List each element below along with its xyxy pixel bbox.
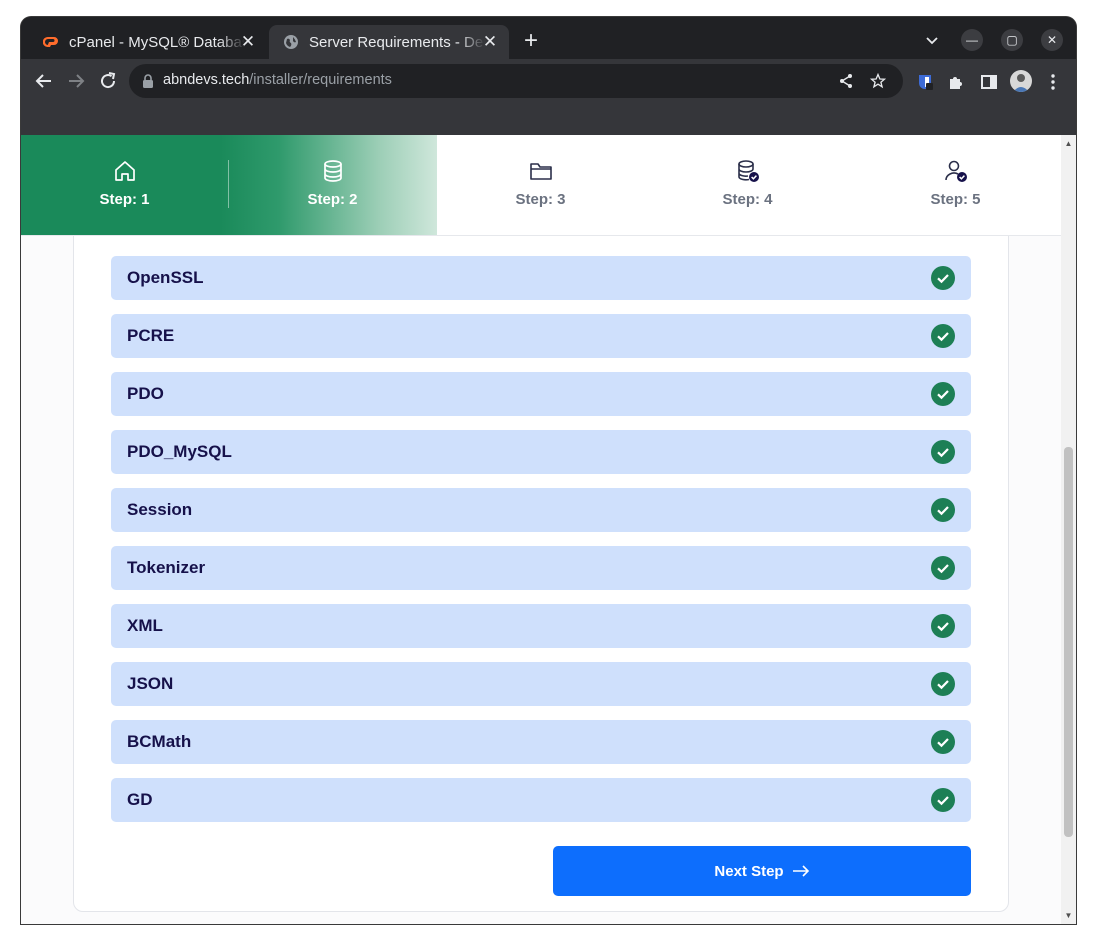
requirement-item: Session bbox=[111, 488, 971, 532]
requirement-item: JSON bbox=[111, 662, 971, 706]
check-circle-icon bbox=[931, 324, 955, 348]
address-bar[interactable]: abndevs.tech/installer/requirements bbox=[129, 64, 903, 98]
requirement-name: OpenSSL bbox=[127, 268, 204, 287]
check-circle-icon bbox=[931, 788, 955, 812]
requirement-name: PCRE bbox=[127, 326, 175, 345]
step-5[interactable]: Step: 5 bbox=[852, 135, 1059, 235]
requirement-name: XML bbox=[127, 616, 163, 635]
close-window-button[interactable]: ✕ bbox=[1041, 29, 1063, 51]
check-circle-icon bbox=[931, 556, 955, 580]
maximize-button[interactable]: ▢ bbox=[1001, 29, 1023, 51]
requirement-item: PCRE bbox=[111, 314, 971, 358]
chevron-down-icon[interactable] bbox=[923, 31, 941, 49]
browser-window: cPanel - MySQL® Databases ✕ Server Requi… bbox=[21, 17, 1076, 924]
tab-server-requirements[interactable]: Server Requirements - Demo ✕ bbox=[269, 25, 509, 59]
step-label: Step: 5 bbox=[930, 191, 981, 208]
step-label: Step: 3 bbox=[515, 191, 566, 208]
tab-title: Server Requirements - Demo bbox=[309, 33, 485, 51]
database-icon bbox=[323, 160, 342, 182]
requirement-item: BCMath bbox=[111, 720, 971, 764]
page-content: Step: 1 Step: 2 Step: 3 Step: 4 Step: 5 … bbox=[21, 135, 1061, 924]
database-check-icon bbox=[737, 160, 759, 182]
requirement-name: PDO bbox=[127, 384, 164, 403]
requirement-name: Tokenizer bbox=[127, 558, 206, 577]
close-icon[interactable]: ✕ bbox=[239, 33, 257, 51]
bookmark-bar bbox=[21, 103, 1076, 135]
scroll-down-arrow[interactable]: ▼ bbox=[1064, 911, 1073, 920]
forward-icon[interactable] bbox=[64, 69, 88, 93]
bitwarden-icon[interactable] bbox=[916, 73, 934, 91]
requirement-item: GD bbox=[111, 778, 971, 822]
menu-kebab-icon[interactable] bbox=[1044, 73, 1062, 91]
extensions-icon[interactable] bbox=[947, 73, 965, 91]
step-1[interactable]: Step: 1 bbox=[21, 135, 228, 235]
url-text[interactable]: abndevs.tech/installer/requirements bbox=[163, 72, 392, 88]
check-circle-icon bbox=[931, 382, 955, 406]
cpanel-logo-icon bbox=[43, 34, 59, 50]
requirement-name: Session bbox=[127, 500, 193, 519]
requirement-item: OpenSSL bbox=[111, 256, 971, 300]
page-scrollbar[interactable]: ▲ ▼ bbox=[1061, 135, 1076, 924]
check-circle-icon bbox=[931, 440, 955, 464]
share-icon[interactable] bbox=[838, 73, 854, 89]
step-3[interactable]: Step: 3 bbox=[437, 135, 644, 235]
requirement-item: Tokenizer bbox=[111, 546, 971, 590]
reload-icon[interactable] bbox=[96, 69, 120, 93]
check-circle-icon bbox=[931, 498, 955, 522]
requirement-name: BCMath bbox=[127, 732, 192, 751]
requirement-item: PDO_MySQL bbox=[111, 430, 971, 474]
back-icon[interactable] bbox=[32, 69, 56, 93]
folder-icon bbox=[529, 163, 552, 180]
minimize-button[interactable]: — bbox=[961, 29, 983, 51]
new-tab-button[interactable]: + bbox=[519, 29, 543, 53]
installer-steps: Step: 1 Step: 2 Step: 3 Step: 4 Step: 5 bbox=[21, 135, 1061, 236]
step-label: Step: 4 bbox=[722, 191, 773, 208]
step-4[interactable]: Step: 4 bbox=[644, 135, 851, 235]
next-step-label: Next Step bbox=[714, 862, 784, 880]
avatar-icon bbox=[1013, 74, 1029, 92]
user-check-icon bbox=[944, 160, 967, 182]
url-host: abndevs.tech bbox=[163, 72, 250, 88]
scroll-up-arrow[interactable]: ▲ bbox=[1064, 139, 1073, 148]
step-label: Step: 2 bbox=[307, 191, 358, 208]
scroll-thumb[interactable] bbox=[1064, 447, 1073, 837]
requirement-item: PDO bbox=[111, 372, 971, 416]
close-icon[interactable]: ✕ bbox=[481, 33, 499, 51]
requirements-list: OpenSSL PCRE PDO PDO_MySQL Session Token… bbox=[111, 256, 971, 836]
globe-icon bbox=[283, 34, 299, 50]
next-step-button[interactable]: Next Step bbox=[553, 846, 971, 896]
requirement-name: JSON bbox=[127, 674, 174, 693]
step-label: Step: 1 bbox=[99, 191, 150, 208]
side-panel-icon[interactable] bbox=[980, 73, 998, 91]
tab-strip: cPanel - MySQL® Databases ✕ Server Requi… bbox=[21, 17, 1076, 59]
requirement-name: PDO_MySQL bbox=[127, 442, 232, 461]
url-path: /installer/requirements bbox=[249, 72, 392, 88]
check-circle-icon bbox=[931, 672, 955, 696]
check-circle-icon bbox=[931, 730, 955, 754]
arrow-right-icon bbox=[792, 865, 809, 877]
star-icon[interactable] bbox=[870, 73, 886, 89]
tab-cpanel[interactable]: cPanel - MySQL® Databases ✕ bbox=[29, 25, 267, 59]
lock-icon[interactable] bbox=[141, 74, 155, 88]
tab-title: cPanel - MySQL® Databases bbox=[69, 33, 245, 51]
requirement-item: XML bbox=[111, 604, 971, 648]
profile-avatar[interactable] bbox=[1010, 70, 1032, 92]
check-circle-icon bbox=[931, 614, 955, 638]
check-circle-icon bbox=[931, 266, 955, 290]
requirement-name: GD bbox=[127, 790, 153, 809]
step-2[interactable]: Step: 2 bbox=[229, 135, 436, 235]
home-icon bbox=[114, 161, 135, 181]
browser-toolbar: abndevs.tech/installer/requirements bbox=[21, 59, 1076, 103]
